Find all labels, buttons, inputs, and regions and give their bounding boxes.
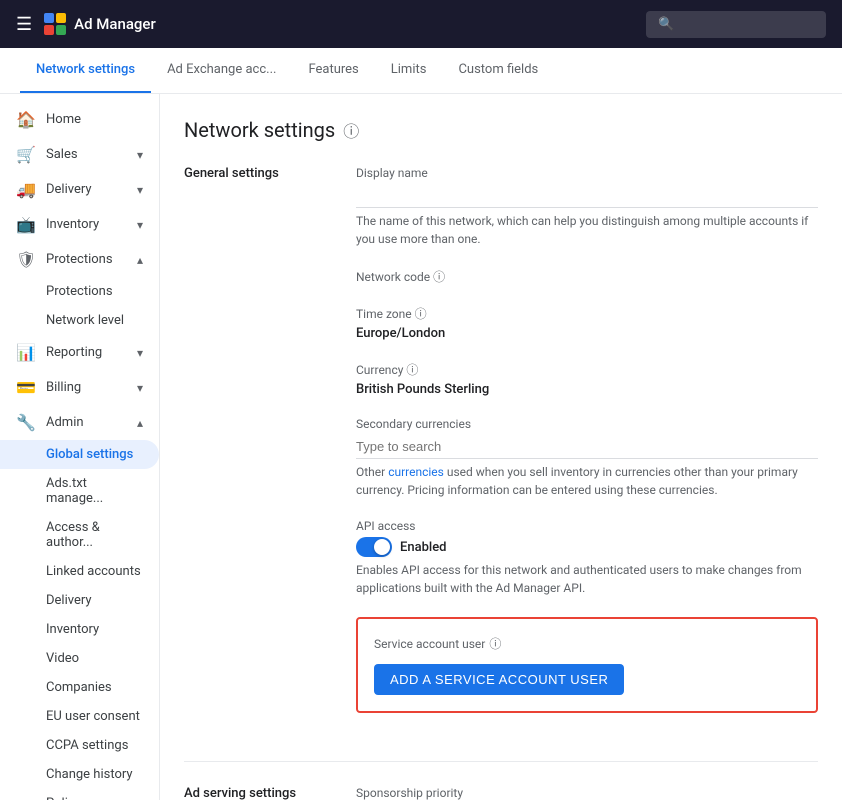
network-code-field: Network code ⓘ bbox=[356, 268, 818, 285]
sidebar: 🏠 Home 🛒 Sales ▾ 🚚 Delivery ▾ 📺 Inventor… bbox=[0, 94, 160, 800]
help-icon[interactable]: ⓘ bbox=[343, 118, 359, 142]
secondary-currencies-desc: Other currencies used when you sell inve… bbox=[356, 463, 818, 499]
network-code-help-icon[interactable]: ⓘ bbox=[433, 270, 445, 284]
sidebar-item-billing[interactable]: 💳 Billing ▾ bbox=[0, 370, 159, 405]
sidebar-subitem-network-level[interactable]: Network level bbox=[0, 306, 159, 335]
tab-ad-exchange[interactable]: Ad Exchange acc... bbox=[151, 48, 292, 93]
ad-serving-settings-content: Sponsorship priority Enabled Enables 100… bbox=[356, 786, 818, 800]
sidebar-subitem-access-author[interactable]: Access & author... bbox=[0, 513, 159, 557]
chevron-down-icon: ▾ bbox=[137, 148, 143, 162]
chevron-down-icon: ▾ bbox=[137, 183, 143, 197]
timezone-field: Time zone ⓘ Europe/London bbox=[356, 305, 818, 341]
section-divider bbox=[184, 761, 818, 762]
reporting-icon: 📊 bbox=[16, 343, 36, 362]
sales-icon: 🛒 bbox=[16, 145, 36, 164]
shield-icon: 🛡 bbox=[16, 250, 36, 269]
tab-limits[interactable]: Limits bbox=[375, 48, 443, 93]
sidebar-subitem-inventory[interactable]: Inventory bbox=[0, 615, 159, 644]
currency-label: Currency ⓘ bbox=[356, 361, 818, 378]
currency-field: Currency ⓘ British Pounds Sterling bbox=[356, 361, 818, 397]
sidebar-item-home[interactable]: 🏠 Home bbox=[0, 102, 159, 137]
add-service-account-button[interactable]: ADD A SERVICE ACCOUNT USER bbox=[374, 664, 624, 695]
app-title: Ad Manager bbox=[74, 15, 156, 33]
api-access-toggle[interactable] bbox=[356, 537, 392, 557]
network-code-label: Network code ⓘ bbox=[356, 268, 818, 285]
sidebar-item-delivery[interactable]: 🚚 Delivery ▾ bbox=[0, 172, 159, 207]
menu-icon[interactable]: ☰ bbox=[16, 14, 32, 35]
currency-help-icon[interactable]: ⓘ bbox=[406, 363, 418, 377]
sidebar-subitem-video[interactable]: Video bbox=[0, 644, 159, 673]
display-name-input[interactable] bbox=[356, 184, 818, 208]
tab-custom-fields[interactable]: Custom fields bbox=[442, 48, 554, 93]
sidebar-subitem-protections[interactable]: Protections bbox=[0, 277, 159, 306]
billing-icon: 💳 bbox=[16, 378, 36, 397]
ad-serving-settings-label: Ad serving settings bbox=[184, 786, 324, 800]
sidebar-subitem-companies[interactable]: Companies bbox=[0, 673, 159, 702]
general-settings-section: General settings Display name The name o… bbox=[184, 166, 818, 729]
sidebar-subitem-policy[interactable]: Policy bbox=[0, 789, 159, 800]
chevron-down-icon: ▾ bbox=[137, 381, 143, 395]
ad-serving-settings-section: Ad serving settings Sponsorship priority… bbox=[184, 786, 818, 800]
sidebar-item-sales[interactable]: 🛒 Sales ▾ bbox=[0, 137, 159, 172]
sidebar-subitem-delivery[interactable]: Delivery bbox=[0, 586, 159, 615]
sidebar-subitem-linked-accounts[interactable]: Linked accounts bbox=[0, 557, 159, 586]
timezone-help-icon[interactable]: ⓘ bbox=[415, 307, 427, 321]
topbar: ☰ Ad Manager 🔍 bbox=[0, 0, 842, 48]
service-account-label: Service account user ⓘ bbox=[374, 635, 800, 652]
sidebar-subitem-change-history[interactable]: Change history bbox=[0, 760, 159, 789]
sidebar-item-protections[interactable]: 🛡 Protections ▴ bbox=[0, 242, 159, 277]
sidebar-item-reporting[interactable]: 📊 Reporting ▾ bbox=[0, 335, 159, 370]
api-access-field: API access Enabled Enables API access fo… bbox=[356, 519, 818, 597]
main-content: Network settings ⓘ General settings Disp… bbox=[160, 94, 842, 800]
sidebar-subitem-eu-user-consent[interactable]: EU user consent bbox=[0, 702, 159, 731]
tabs-bar: Network settings Ad Exchange acc... Feat… bbox=[0, 48, 842, 94]
general-settings-label: General settings bbox=[184, 166, 324, 729]
tab-features[interactable]: Features bbox=[292, 48, 374, 93]
timezone-label: Time zone ⓘ bbox=[356, 305, 818, 322]
page-title: Network settings ⓘ bbox=[184, 118, 818, 142]
sidebar-subitem-global-settings[interactable]: Global settings bbox=[0, 440, 159, 469]
inventory-icon: 📺 bbox=[16, 215, 36, 234]
sidebar-item-inventory[interactable]: 📺 Inventory ▾ bbox=[0, 207, 159, 242]
chevron-down-icon: ▾ bbox=[137, 346, 143, 360]
sponsorship-priority-field: Sponsorship priority Enabled Enables 100… bbox=[356, 786, 818, 800]
chevron-up-icon: ▴ bbox=[137, 416, 143, 430]
currencies-link[interactable]: currencies bbox=[388, 465, 444, 479]
sidebar-subitem-ads-txt[interactable]: Ads.txt manage... bbox=[0, 469, 159, 513]
secondary-currencies-field: Secondary currencies Other currencies us… bbox=[356, 417, 818, 499]
service-account-help-icon[interactable]: ⓘ bbox=[489, 635, 501, 652]
admin-icon: 🔧 bbox=[16, 413, 36, 432]
display-name-field: Display name The name of this network, w… bbox=[356, 166, 818, 248]
home-icon: 🏠 bbox=[16, 110, 36, 129]
service-account-box: Service account user ⓘ ADD A SERVICE ACC… bbox=[356, 617, 818, 713]
chevron-up-icon: ▴ bbox=[137, 253, 143, 267]
sidebar-subitem-ccpa-settings[interactable]: CCPA settings bbox=[0, 731, 159, 760]
logo-icon bbox=[44, 13, 66, 35]
chevron-down-icon: ▾ bbox=[137, 218, 143, 232]
delivery-icon: 🚚 bbox=[16, 180, 36, 199]
general-settings-content: Display name The name of this network, w… bbox=[356, 166, 818, 729]
app-logo: Ad Manager bbox=[44, 13, 156, 35]
api-access-toggle-row: Enabled bbox=[356, 537, 818, 557]
sidebar-item-admin[interactable]: 🔧 Admin ▴ bbox=[0, 405, 159, 440]
search-icon: 🔍 bbox=[658, 17, 674, 32]
secondary-currencies-input[interactable] bbox=[356, 435, 818, 459]
search-bar[interactable]: 🔍 bbox=[646, 11, 826, 38]
tab-network-settings[interactable]: Network settings bbox=[20, 48, 151, 93]
